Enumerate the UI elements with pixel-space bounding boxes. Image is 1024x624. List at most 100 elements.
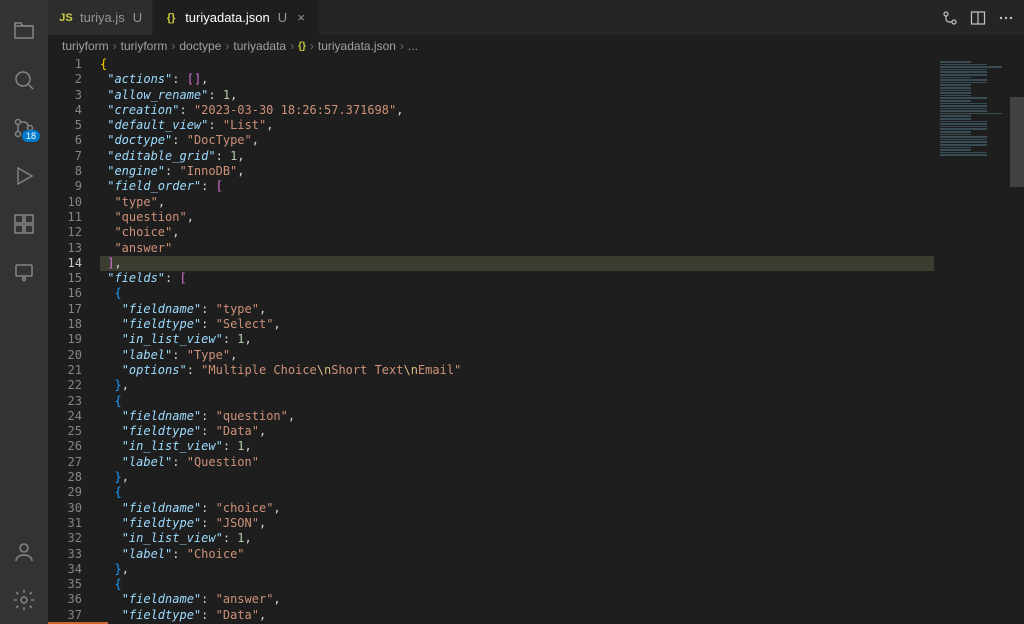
line-number: 11: [48, 210, 82, 225]
code-line[interactable]: "label": "Choice": [100, 547, 934, 562]
line-number: 18: [48, 317, 82, 332]
minimap-line: [940, 154, 987, 156]
chevron-right-icon: ›: [400, 39, 404, 53]
line-number: 27: [48, 455, 82, 470]
line-number: 4: [48, 103, 82, 118]
code-line[interactable]: "fields": [: [100, 271, 934, 286]
code-line[interactable]: "actions": [],: [100, 72, 934, 87]
minimap-line: [940, 136, 987, 138]
line-number: 14: [48, 256, 82, 271]
minimap-line: [940, 64, 987, 66]
code-line[interactable]: "fieldtype": "Data",: [100, 424, 934, 439]
scrollbar-thumb[interactable]: [1010, 97, 1024, 187]
code-line[interactable]: "type",: [100, 195, 934, 210]
line-number: 6: [48, 133, 82, 148]
explorer-icon[interactable]: [0, 8, 48, 56]
source-control-icon[interactable]: 18: [0, 104, 48, 152]
breadcrumb-segment[interactable]: doctype: [179, 39, 221, 53]
code-line[interactable]: "editable_grid": 1,: [100, 149, 934, 164]
scrollbar-track[interactable]: [1010, 57, 1024, 624]
tab-label: turiya.js: [80, 10, 125, 25]
compare-changes-icon[interactable]: [942, 10, 958, 26]
remote-icon[interactable]: [0, 248, 48, 296]
minimap-line: [940, 121, 987, 123]
code-line[interactable]: {: [100, 485, 934, 500]
code-line[interactable]: "creation": "2023-03-30 18:26:57.371698"…: [100, 103, 934, 118]
code-line[interactable]: {: [100, 577, 934, 592]
code-line[interactable]: "label": "Question": [100, 455, 934, 470]
tab-turiya-js[interactable]: JSturiya.jsU: [48, 0, 153, 35]
breadcrumb-segment[interactable]: turiyform: [62, 39, 109, 53]
minimap-line: [940, 105, 987, 107]
line-number: 23: [48, 394, 82, 409]
minimap-line: [940, 118, 971, 120]
app-root: 18 JSturiya.jsU{}turiyadata.jsonU×: [0, 0, 1024, 624]
breadcrumb-segment[interactable]: turiyform: [121, 39, 168, 53]
code-line[interactable]: "fieldtype": "Data",: [100, 608, 934, 623]
code-line[interactable]: "allow_rename": 1,: [100, 88, 934, 103]
run-debug-icon[interactable]: [0, 152, 48, 200]
code-line[interactable]: "in_list_view": 1,: [100, 332, 934, 347]
code-line[interactable]: "default_view": "List",: [100, 118, 934, 133]
more-actions-icon[interactable]: [998, 10, 1014, 26]
code-line[interactable]: "field_order": [: [100, 179, 934, 194]
code-line[interactable]: "engine": "InnoDB",: [100, 164, 934, 179]
minimap-line: [940, 90, 971, 92]
code-line[interactable]: "fieldname": "answer",: [100, 592, 934, 607]
breadcrumb-segment[interactable]: turiyadata: [233, 39, 286, 53]
line-number: 32: [48, 531, 82, 546]
code-line[interactable]: "question",: [100, 210, 934, 225]
code-line[interactable]: {: [100, 57, 934, 72]
line-number: 9: [48, 179, 82, 194]
search-icon[interactable]: [0, 56, 48, 104]
minimap-line: [940, 110, 987, 112]
modified-indicator: U: [278, 10, 287, 25]
code-line[interactable]: "fieldname": "type",: [100, 302, 934, 317]
line-number: 8: [48, 164, 82, 179]
code-line[interactable]: "doctype": "DocType",: [100, 133, 934, 148]
chevron-right-icon: ›: [171, 39, 175, 53]
code-line[interactable]: "in_list_view": 1,: [100, 531, 934, 546]
code-line[interactable]: "label": "Type",: [100, 348, 934, 363]
split-editor-icon[interactable]: [970, 10, 986, 26]
code-line[interactable]: "options": "Multiple Choice\nShort Text\…: [100, 363, 934, 378]
minimap-line: [940, 134, 971, 136]
minimap[interactable]: [934, 57, 1024, 624]
code-line[interactable]: "fieldname": "choice",: [100, 501, 934, 516]
line-number: 33: [48, 547, 82, 562]
code-line[interactable]: "fieldtype": "JSON",: [100, 516, 934, 531]
minimap-line: [940, 61, 971, 63]
minimap-line: [940, 128, 987, 130]
line-number: 15: [48, 271, 82, 286]
code-content[interactable]: { "actions": [], "allow_rename": 1, "cre…: [100, 57, 934, 624]
code-line[interactable]: "in_list_view": 1,: [100, 439, 934, 454]
settings-gear-icon[interactable]: [0, 576, 48, 624]
code-line[interactable]: },: [100, 378, 934, 393]
line-number: 37: [48, 608, 82, 623]
minimap-line: [940, 113, 1002, 115]
breadcrumb-segment[interactable]: turiyadata.json: [318, 39, 396, 53]
code-line[interactable]: "fieldname": "question",: [100, 409, 934, 424]
line-number: 5: [48, 118, 82, 133]
code-line[interactable]: ],: [100, 256, 934, 271]
tab-turiyadata-json[interactable]: {}turiyadata.jsonU×: [153, 0, 320, 35]
scm-badge: 18: [22, 130, 40, 142]
line-number: 7: [48, 149, 82, 164]
line-number: 19: [48, 332, 82, 347]
code-line[interactable]: {: [100, 394, 934, 409]
line-number: 26: [48, 439, 82, 454]
minimap-line: [940, 103, 987, 105]
close-icon[interactable]: ×: [293, 10, 309, 26]
breadcrumb[interactable]: turiyform›turiyform›doctype›turiyadata›{…: [48, 35, 1024, 57]
line-number: 36: [48, 592, 82, 607]
breadcrumb-segment[interactable]: ...: [408, 39, 418, 53]
accounts-icon[interactable]: [0, 528, 48, 576]
code-line[interactable]: "fieldtype": "Select",: [100, 317, 934, 332]
code-line[interactable]: },: [100, 470, 934, 485]
code-line[interactable]: {: [100, 286, 934, 301]
code-line[interactable]: },: [100, 562, 934, 577]
extensions-icon[interactable]: [0, 200, 48, 248]
code-editor[interactable]: 1234567891011121314151617181920212223242…: [48, 57, 934, 624]
code-line[interactable]: "choice",: [100, 225, 934, 240]
code-line[interactable]: "answer": [100, 241, 934, 256]
